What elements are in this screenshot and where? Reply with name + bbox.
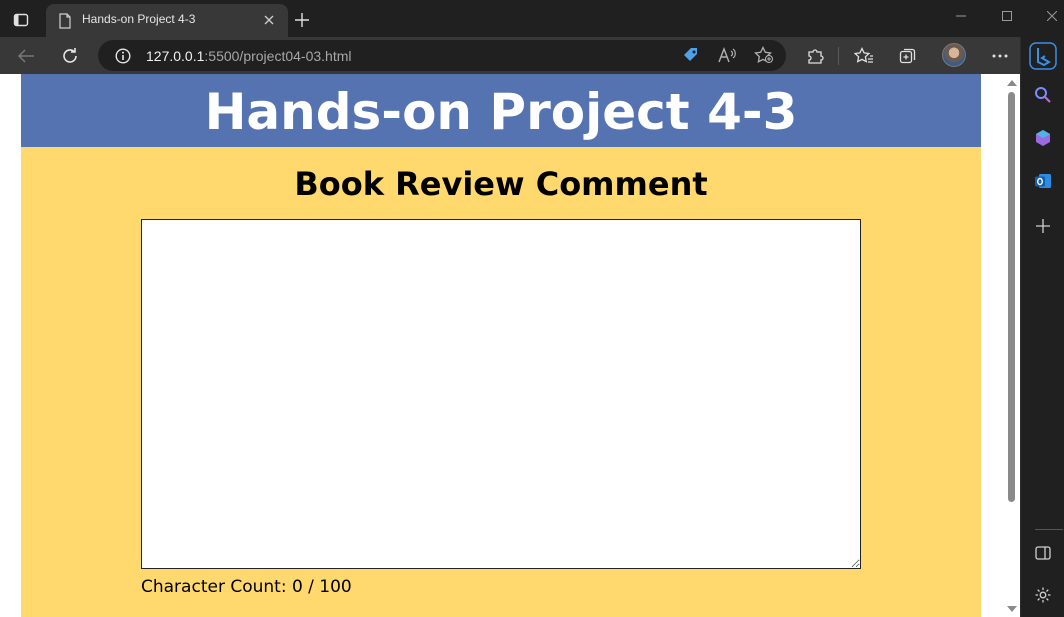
bing-chat-button[interactable] bbox=[1021, 39, 1064, 73]
new-tab-button[interactable] bbox=[291, 9, 313, 31]
add-favorite-icon[interactable] bbox=[754, 46, 774, 64]
tab-actions-button[interactable] bbox=[9, 9, 33, 31]
close-icon bbox=[264, 15, 274, 25]
scroll-thumb[interactable] bbox=[1008, 92, 1015, 502]
maximize-icon bbox=[1002, 11, 1012, 21]
info-icon[interactable] bbox=[115, 48, 131, 64]
sidebar-panel-icon bbox=[1035, 546, 1051, 560]
scroll-down-arrow-icon[interactable] bbox=[1007, 606, 1017, 612]
sidebar-search-button[interactable] bbox=[1021, 80, 1064, 110]
browser-tab-active[interactable]: Hands-on Project 4-3 bbox=[46, 4, 288, 37]
extensions-button[interactable] bbox=[802, 43, 828, 69]
collections-icon bbox=[899, 48, 916, 64]
plus-icon bbox=[1036, 219, 1050, 233]
refresh-button[interactable] bbox=[57, 43, 83, 69]
edge-sidebar bbox=[1020, 37, 1064, 617]
url-path: :5500/project04-03.html bbox=[204, 48, 352, 64]
settings-more-button[interactable] bbox=[987, 43, 1013, 69]
collections-button[interactable] bbox=[895, 43, 921, 69]
refresh-icon bbox=[63, 48, 77, 63]
page-heading: Book Review Comment bbox=[294, 165, 708, 203]
plus-icon bbox=[295, 13, 309, 27]
comment-textarea[interactable] bbox=[141, 219, 861, 569]
minimize-icon bbox=[956, 15, 966, 17]
maximize-button[interactable] bbox=[993, 5, 1021, 27]
hide-sidebar-button[interactable] bbox=[1021, 538, 1064, 568]
favorites-button[interactable] bbox=[851, 43, 877, 69]
page-content: Book Review Comment Character Count: 0 /… bbox=[21, 147, 981, 617]
sidebar-add-button[interactable] bbox=[1021, 211, 1064, 241]
tab-actions-icon bbox=[13, 13, 29, 27]
scroll-up-arrow-icon[interactable] bbox=[1007, 80, 1017, 86]
character-count: Character Count: 0 / 100 bbox=[141, 577, 352, 597]
page-icon bbox=[59, 13, 71, 29]
minimize-button[interactable] bbox=[947, 5, 975, 27]
sidebar-copilot-button[interactable] bbox=[1021, 123, 1064, 153]
arrow-left-icon bbox=[17, 49, 34, 63]
sidebar-settings-button[interactable] bbox=[1021, 580, 1064, 610]
coupon-tag-icon[interactable] bbox=[682, 46, 700, 64]
tab-strip: Hands-on Project 4-3 bbox=[0, 0, 1064, 37]
search-icon bbox=[1035, 87, 1051, 103]
banner-title: Hands-on Project 4-3 bbox=[204, 83, 798, 141]
favorites-icon bbox=[854, 47, 873, 63]
bing-icon bbox=[1029, 42, 1057, 70]
close-icon bbox=[1047, 11, 1057, 21]
url-text[interactable]: 127.0.0.1:5500/project04-03.html bbox=[146, 48, 351, 64]
outlook-icon bbox=[1035, 174, 1051, 188]
sidebar-outlook-button[interactable] bbox=[1021, 166, 1064, 196]
address-bar[interactable]: 127.0.0.1:5500/project04-03.html bbox=[98, 40, 786, 71]
sidebar-divider bbox=[1035, 529, 1063, 530]
puzzle-icon bbox=[808, 49, 824, 64]
window-close-button[interactable] bbox=[1038, 5, 1064, 27]
browser-toolbar: 127.0.0.1:5500/project04-03.html bbox=[0, 37, 1064, 74]
page-scrollbar[interactable] bbox=[1003, 74, 1020, 617]
profile-avatar[interactable] bbox=[942, 43, 966, 67]
gear-icon bbox=[1035, 587, 1051, 603]
read-aloud-icon[interactable] bbox=[718, 47, 738, 63]
url-host: 127.0.0.1 bbox=[146, 48, 205, 64]
tab-title: Hands-on Project 4-3 bbox=[82, 12, 196, 26]
hexagon-app-icon bbox=[1036, 130, 1050, 146]
back-button[interactable] bbox=[13, 43, 39, 69]
page-banner: Hands-on Project 4-3 bbox=[21, 74, 981, 147]
tab-close-button[interactable] bbox=[260, 11, 278, 29]
more-icon bbox=[992, 54, 1008, 58]
toolbar-divider bbox=[838, 47, 839, 65]
page-viewport: Hands-on Project 4-3 Book Review Comment… bbox=[0, 74, 1020, 617]
